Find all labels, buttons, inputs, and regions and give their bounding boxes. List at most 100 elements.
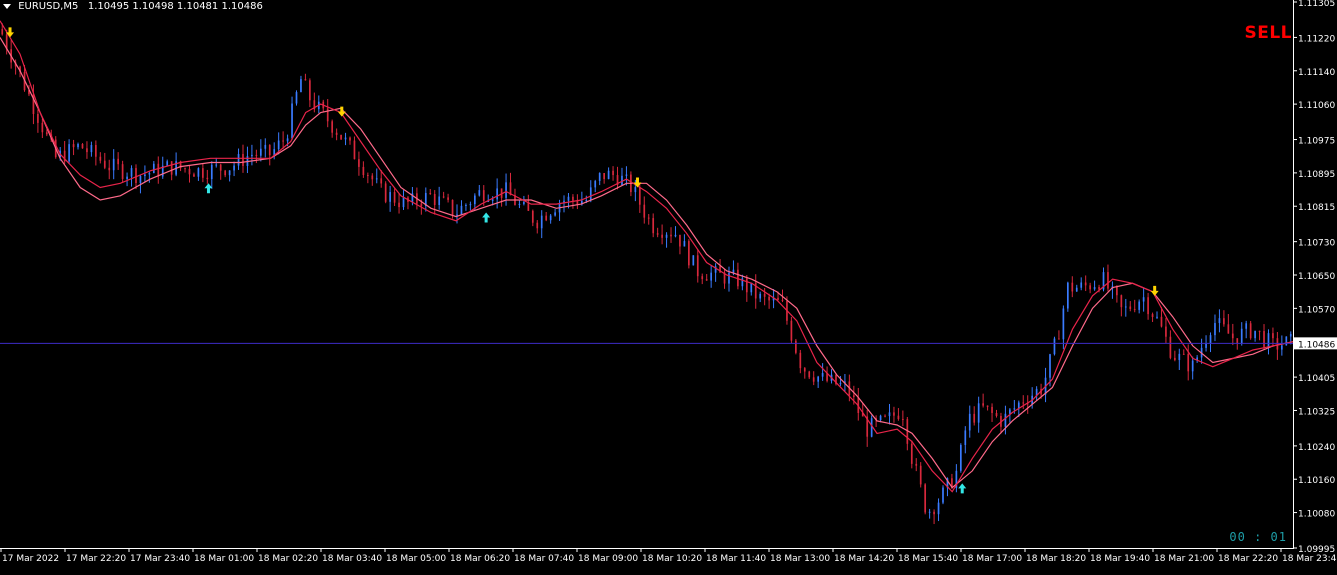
candle-body xyxy=(393,192,396,203)
candle-body xyxy=(371,175,374,180)
candle-body xyxy=(621,175,623,185)
candle-body xyxy=(1245,323,1248,329)
chart-canvas[interactable]: 1.11305 1.11220 1.11140 1.11060 1.10975 1.108… xyxy=(0,0,1337,571)
candle-body xyxy=(277,140,280,150)
candle-body xyxy=(286,138,289,142)
y-tick-label: 1.10570 xyxy=(1298,305,1335,315)
candle-body xyxy=(795,340,797,353)
y-tick-label: 1.10405 xyxy=(1298,374,1335,384)
candle-body xyxy=(803,368,806,372)
candle-body xyxy=(1120,295,1123,308)
candle-body xyxy=(1254,330,1256,339)
candle-body xyxy=(135,168,137,184)
candle-body xyxy=(197,168,200,177)
symbol-timeframe: EURUSD,M5 xyxy=(18,1,79,12)
candle-body xyxy=(986,405,989,407)
candle-body xyxy=(344,137,347,140)
candle-body xyxy=(242,154,244,166)
candle-body xyxy=(291,103,293,139)
candle-body xyxy=(1049,354,1051,378)
candle-body xyxy=(433,193,436,206)
candle-body xyxy=(130,168,133,177)
candle-body xyxy=(1263,331,1265,347)
candle-body xyxy=(1156,316,1158,318)
candle-body xyxy=(68,144,70,162)
candle-body xyxy=(1151,314,1154,318)
candle-body xyxy=(233,165,235,171)
candle-body xyxy=(696,255,699,277)
candle-body xyxy=(928,511,931,513)
candle-body xyxy=(1187,353,1190,372)
dropdown-triangle-icon[interactable] xyxy=(3,3,11,9)
candle-body xyxy=(148,173,151,175)
candle-body xyxy=(1022,402,1025,404)
candle-body xyxy=(1107,272,1109,289)
x-tick-label: 18 Mar 18:20 xyxy=(1026,554,1086,564)
candle-body xyxy=(139,176,142,184)
candle-body xyxy=(910,443,913,464)
candle-body xyxy=(567,196,570,201)
candle-body xyxy=(1,29,4,35)
candle-body xyxy=(1236,338,1239,344)
candle-body xyxy=(705,279,708,281)
y-tick-label: 1.10240 xyxy=(1298,443,1335,453)
candle-body xyxy=(625,174,628,176)
candle-body xyxy=(219,164,222,171)
price-chart[interactable]: 1.11305 1.11220 1.11140 1.11060 1.10975 1.108… xyxy=(0,0,1337,571)
candle-body xyxy=(37,114,39,123)
candle-body xyxy=(879,415,882,421)
candle-body xyxy=(812,377,815,382)
candle-body xyxy=(728,272,730,284)
candle-body xyxy=(442,196,445,198)
candle-body xyxy=(991,406,993,413)
candle-body xyxy=(554,212,556,216)
candle-body xyxy=(759,293,762,299)
candle-body xyxy=(1133,308,1136,310)
x-tick-label: 18 Mar 13:00 xyxy=(770,554,830,564)
x-tick-label: 18 Mar 15:40 xyxy=(898,554,958,564)
candle-body xyxy=(309,80,311,101)
candle-body xyxy=(607,170,610,180)
candle-body xyxy=(398,202,400,208)
candle-body xyxy=(117,158,120,165)
candle-body xyxy=(282,140,284,142)
candle-body xyxy=(1272,333,1274,339)
candle-body xyxy=(255,154,258,156)
candle-body xyxy=(790,320,793,341)
candle-body xyxy=(808,371,811,378)
candle-body xyxy=(1093,287,1096,290)
candle-body xyxy=(460,205,463,215)
x-tick-label: 18 Mar 23:40 xyxy=(1282,554,1337,564)
candle-body xyxy=(661,234,663,238)
candle-body xyxy=(353,140,356,160)
candle-body xyxy=(456,214,458,216)
candle-body xyxy=(1276,338,1279,350)
candle-body xyxy=(1004,413,1007,427)
candle-body xyxy=(45,132,48,135)
candle-body xyxy=(1053,338,1056,355)
candle-body xyxy=(264,144,267,149)
candle-body xyxy=(95,145,97,157)
candle-body xyxy=(1173,357,1176,361)
candle-body xyxy=(888,412,891,417)
candle-body xyxy=(545,215,548,221)
candle-body xyxy=(603,172,605,180)
candle-body xyxy=(366,174,369,176)
candle-body xyxy=(1075,287,1078,292)
candle-body xyxy=(982,403,984,406)
candle-body xyxy=(1281,345,1283,350)
candle-body xyxy=(1124,306,1127,308)
candle-body xyxy=(144,174,146,177)
candle-body xyxy=(933,511,935,515)
candle-body xyxy=(1178,353,1181,361)
x-tick-label: 18 Mar 03:40 xyxy=(322,554,382,564)
candle-body xyxy=(210,164,213,180)
x-tick-label: 18 Mar 09:00 xyxy=(578,554,638,564)
signal-label: SELL xyxy=(1244,23,1292,43)
candle-body xyxy=(1267,333,1270,347)
candle-body xyxy=(1138,301,1141,310)
y-tick-label: 1.10486 xyxy=(1298,340,1335,350)
candle-body xyxy=(108,167,111,171)
candle-body xyxy=(228,170,231,176)
y-tick-label: 1.11305 xyxy=(1298,0,1335,9)
